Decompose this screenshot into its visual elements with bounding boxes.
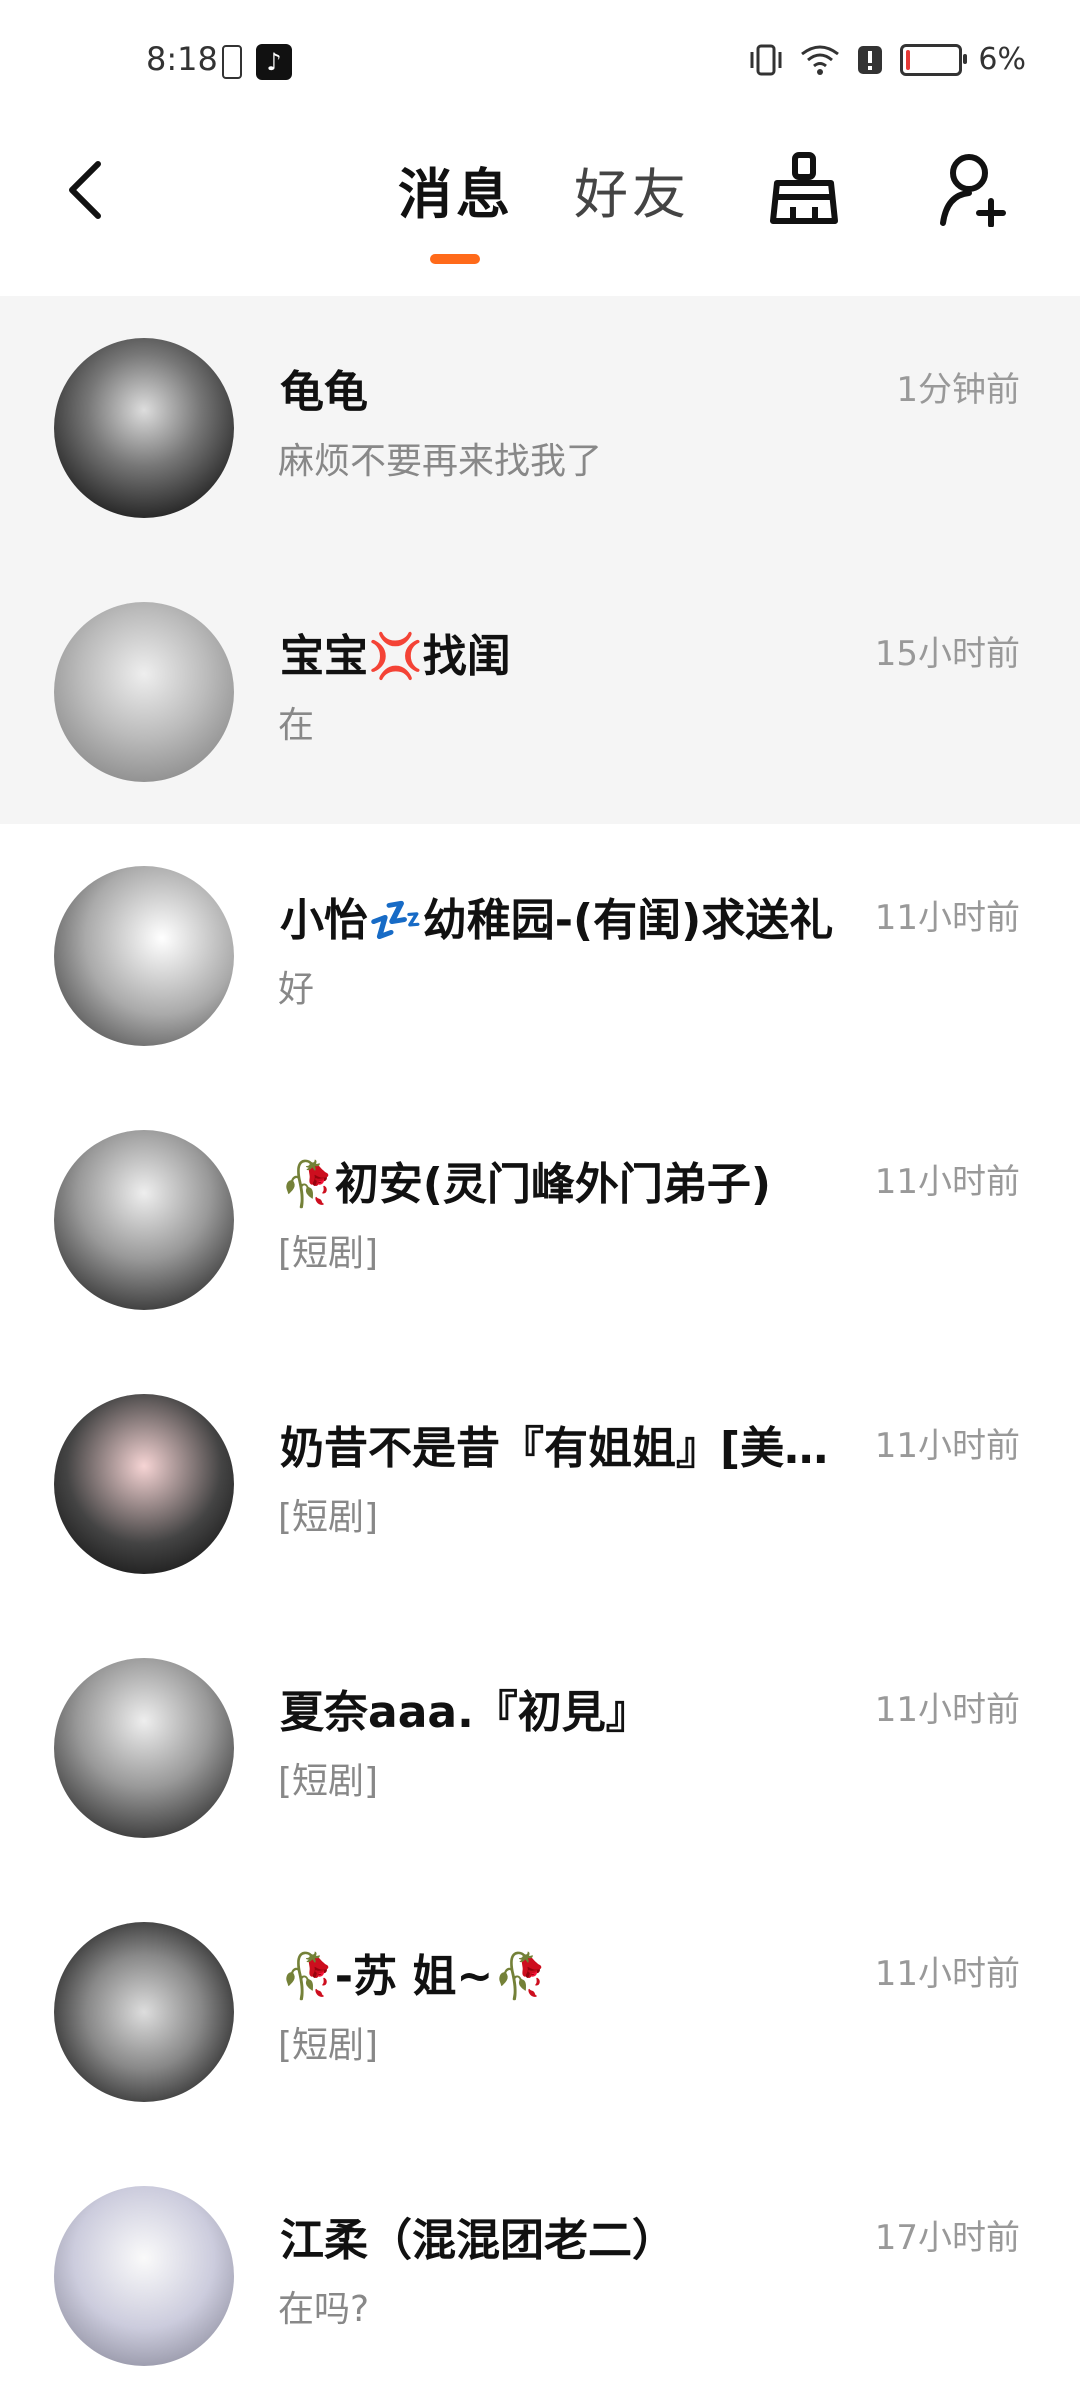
message-preview: 麻烦不要再来找我了 [278,441,603,482]
conversation-row[interactable]: 龟龟麻烦不要再来找我了 1分钟前 [0,296,1080,560]
contact-name: 夏奈aaa.『初見』 [280,1687,650,1738]
avatar[interactable] [54,1922,234,2102]
wifi-icon [801,45,840,75]
battery-level [906,49,911,70]
conversation-row[interactable]: 小怡💤幼稚园-(有闺)求送礼好 11小时前 [0,824,1080,1088]
avatar[interactable] [54,866,234,1046]
battery-icon [900,43,968,76]
message-preview: 在 [278,705,315,746]
back-button[interactable] [54,150,114,230]
status-time: 8:18 [146,40,218,78]
tiktok-icon: ♪ [256,44,292,80]
back-icon [69,161,101,219]
avatar[interactable] [54,1130,234,1310]
avatar[interactable] [54,1658,234,1838]
battery-percent: 6% [978,42,1026,77]
add-friend-button[interactable] [934,144,1014,234]
broom-icon [770,152,838,224]
message-time: 11小时前 [874,1162,1020,1202]
message-preview: [短剧] [278,1497,379,1538]
message-preview: 好 [278,969,315,1010]
tab-friends[interactable]: 好友 [574,150,690,229]
message-time: 11小时前 [874,1690,1020,1730]
clear-unread-button[interactable] [764,144,844,234]
contact-name: 小怡💤幼稚园-(有闺)求送礼 [280,895,834,946]
message-preview: [短剧] [278,2025,379,2066]
message-preview: [短剧] [278,1761,379,1802]
conversation-row[interactable]: 宝宝💢找闺在 15小时前 [0,560,1080,824]
message-time: 11小时前 [874,1426,1020,1466]
conversation-row[interactable]: 🥀初安(灵门峰外门弟子) [短剧] 11小时前 [0,1088,1080,1352]
contact-name: 🥀-苏 姐~🥀 [280,1951,549,2002]
tab-messages[interactable]: 消息 [398,150,514,229]
avatar[interactable] [54,1394,234,1574]
status-left-icons: ♪ [222,44,292,80]
phone-icon [222,45,242,79]
alert-icon [858,45,883,74]
status-right-icons: 6% [748,42,1026,77]
message-time: 11小时前 [874,1954,1020,1994]
message-time: 15小时前 [874,634,1020,674]
message-time: 17小时前 [874,2218,1020,2258]
contact-name: 江柔（混混团老二） [280,2215,676,2266]
message-preview: [短剧] [278,1233,379,1274]
message-time: 11小时前 [874,898,1020,938]
contact-name: 龟龟 [280,367,368,418]
conversation-row[interactable]: 奶昔不是昔『有姐姐』[美… [短剧] 11小时前 [0,1352,1080,1616]
contact-name: 奶昔不是昔『有姐姐』[美… [280,1423,829,1474]
message-time: 1分钟前 [896,370,1020,410]
status-bar: 8:18 ♪ 6% [0,0,1080,110]
conversation-row[interactable]: 江柔（混混团老二） 在吗? 17小时前 [0,2144,1080,2408]
vibrate-icon [750,44,782,75]
avatar[interactable] [54,602,234,782]
contact-name: 🥀初安(灵门峰外门弟子) [280,1159,772,1210]
avatar[interactable] [54,2186,234,2366]
conversation-row[interactable]: 🥀-苏 姐~🥀 [短剧] 11小时前 [0,1880,1080,2144]
avatar[interactable] [54,338,234,518]
tab-underline [430,254,480,264]
message-preview: 在吗? [278,2289,370,2330]
conversation-list: 龟龟麻烦不要再来找我了 1分钟前宝宝💢找闺在 15小时前小怡💤幼稚园-(有闺)求送礼… [0,296,1080,2408]
header: 消息 好友 [0,110,1080,290]
conversation-row[interactable]: 夏奈aaa.『初見』 [短剧] 11小时前 [0,1616,1080,1880]
add-friend-icon [940,154,1006,227]
contact-name: 宝宝💢找闺 [280,631,511,682]
